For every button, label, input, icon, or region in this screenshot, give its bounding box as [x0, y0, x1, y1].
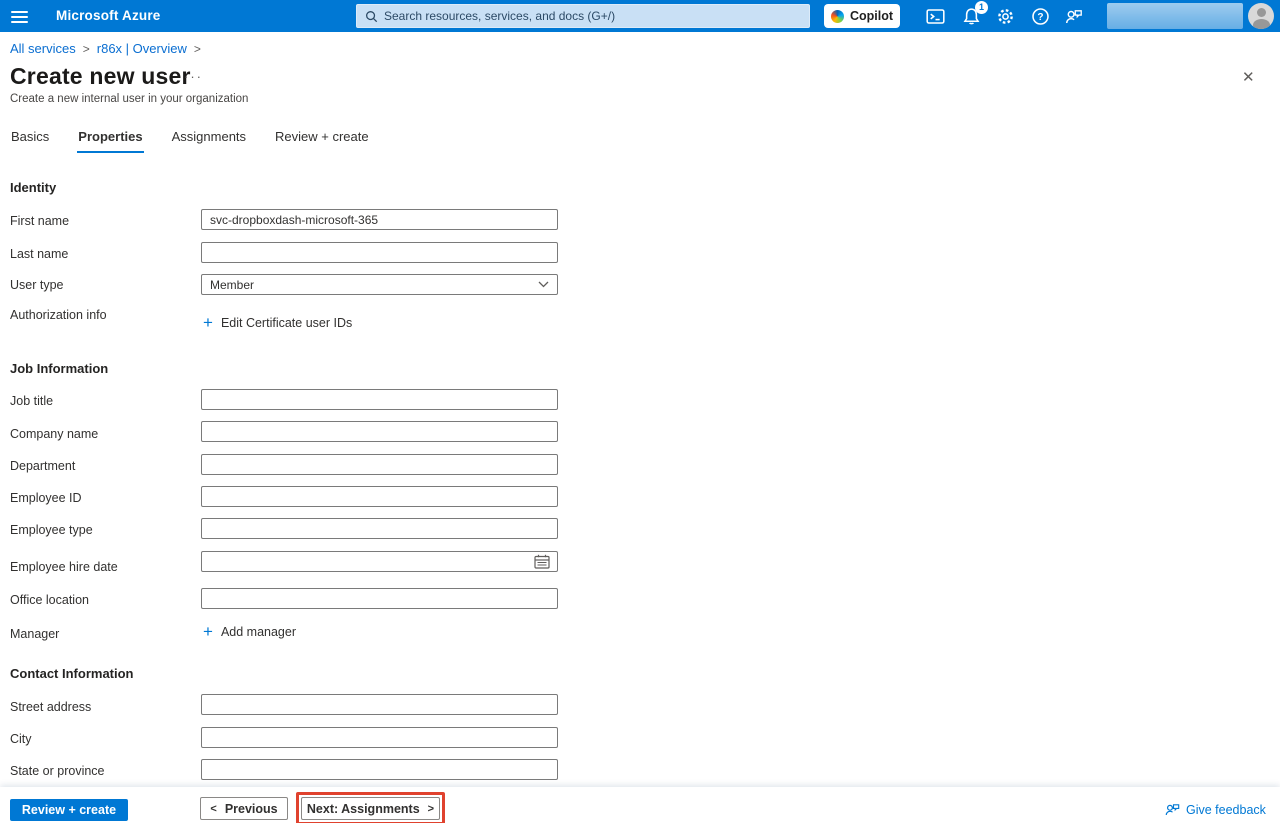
authorization-info-label: Authorization info — [10, 308, 107, 322]
account-avatar[interactable] — [1248, 3, 1274, 29]
employee-hire-date-input[interactable] — [201, 551, 558, 572]
svg-text:?: ? — [1037, 12, 1043, 23]
employee-hire-date-label: Employee hire date — [10, 560, 118, 574]
copilot-button[interactable]: Copilot — [824, 4, 900, 28]
cloud-shell-button[interactable] — [926, 7, 945, 26]
breadcrumb-all-services[interactable]: All services — [10, 41, 76, 56]
city-input[interactable] — [201, 727, 558, 748]
employee-type-input[interactable] — [201, 518, 558, 539]
edit-certificate-user-ids-link[interactable]: + Edit Certificate user IDs — [203, 314, 352, 331]
search-input[interactable] — [384, 9, 801, 23]
chevron-right-icon: > — [428, 803, 434, 815]
last-name-input[interactable] — [201, 242, 558, 263]
wizard-tabs: Basics Properties Assignments Review + c… — [10, 129, 370, 153]
terminal-icon — [931, 14, 934, 19]
section-heading-contact-information: Contact Information — [10, 666, 134, 681]
breadcrumb-separator: > — [83, 42, 90, 56]
review-create-button[interactable]: Review + create — [10, 799, 128, 821]
street-address-input[interactable] — [201, 694, 558, 715]
first-name-input[interactable] — [201, 209, 558, 230]
plus-icon: + — [203, 314, 213, 331]
job-title-input[interactable] — [201, 389, 558, 410]
city-label: City — [10, 732, 32, 746]
page-title: Create new user — [10, 63, 191, 90]
tab-properties[interactable]: Properties — [77, 129, 143, 153]
settings-button[interactable] — [996, 7, 1015, 26]
help-button[interactable]: ? — [1031, 7, 1050, 26]
street-address-label: Street address — [10, 700, 91, 714]
state-or-province-input[interactable] — [201, 759, 558, 780]
plus-icon: + — [203, 623, 213, 640]
manager-label: Manager — [10, 627, 59, 641]
feedback-button[interactable] — [1064, 7, 1083, 26]
company-name-input[interactable] — [201, 421, 558, 442]
breadcrumb-r86x-overview[interactable]: r86x | Overview — [97, 41, 187, 56]
page-subtitle: Create a new internal user in your organ… — [10, 93, 248, 105]
tab-review-create[interactable]: Review + create — [274, 129, 370, 153]
avatar-person-icon — [1257, 8, 1266, 17]
account-info-redacted — [1107, 3, 1243, 29]
more-options-button[interactable]: ··· — [184, 69, 203, 84]
search-icon — [365, 10, 378, 23]
topbar: Microsoft Azure Copilot 1 — [0, 0, 1280, 32]
give-feedback-icon — [1164, 802, 1180, 817]
breadcrumb: All services > r86x | Overview > — [10, 41, 208, 56]
portal-home-link[interactable]: Microsoft Azure — [56, 8, 161, 23]
employee-id-label: Employee ID — [10, 491, 82, 505]
section-heading-identity: Identity — [10, 180, 56, 195]
office-location-input[interactable] — [201, 588, 558, 609]
close-icon[interactable]: ✕ — [1242, 68, 1255, 86]
employee-type-label: Employee type — [10, 523, 93, 537]
next-assignments-button[interactable]: Next: Assignments > — [301, 797, 440, 820]
company-name-label: Company name — [10, 427, 98, 441]
department-label: Department — [10, 459, 75, 473]
previous-button[interactable]: < Previous — [200, 797, 288, 820]
breadcrumb-separator: > — [194, 42, 201, 56]
global-search — [356, 4, 810, 28]
last-name-label: Last name — [10, 247, 68, 261]
notification-badge: 1 — [975, 1, 988, 14]
first-name-label: First name — [10, 214, 69, 228]
job-title-label: Job title — [10, 394, 53, 408]
state-or-province-label: State or province — [10, 764, 105, 778]
app-root: Microsoft Azure Copilot 1 — [0, 0, 1280, 823]
footer-bar — [0, 787, 1280, 823]
tab-basics[interactable]: Basics — [10, 129, 50, 153]
gear-icon — [999, 10, 1011, 22]
user-type-select[interactable]: Member — [201, 274, 558, 295]
feedback-icon — [1068, 12, 1074, 18]
chevron-down-icon — [538, 281, 549, 288]
add-manager-link[interactable]: + Add manager — [203, 623, 296, 640]
hamburger-menu-button[interactable] — [11, 8, 29, 24]
copilot-icon — [831, 10, 844, 23]
section-heading-job-information: Job Information — [10, 361, 108, 376]
employee-id-input[interactable] — [201, 486, 558, 507]
hamburger-icon — [11, 11, 28, 13]
user-type-label: User type — [10, 278, 64, 292]
calendar-icon[interactable] — [534, 554, 550, 569]
give-feedback-link[interactable]: Give feedback — [1164, 802, 1266, 817]
department-input[interactable] — [201, 454, 558, 475]
chevron-left-icon: < — [210, 803, 216, 815]
office-location-label: Office location — [10, 593, 89, 607]
tab-assignments[interactable]: Assignments — [171, 129, 247, 153]
